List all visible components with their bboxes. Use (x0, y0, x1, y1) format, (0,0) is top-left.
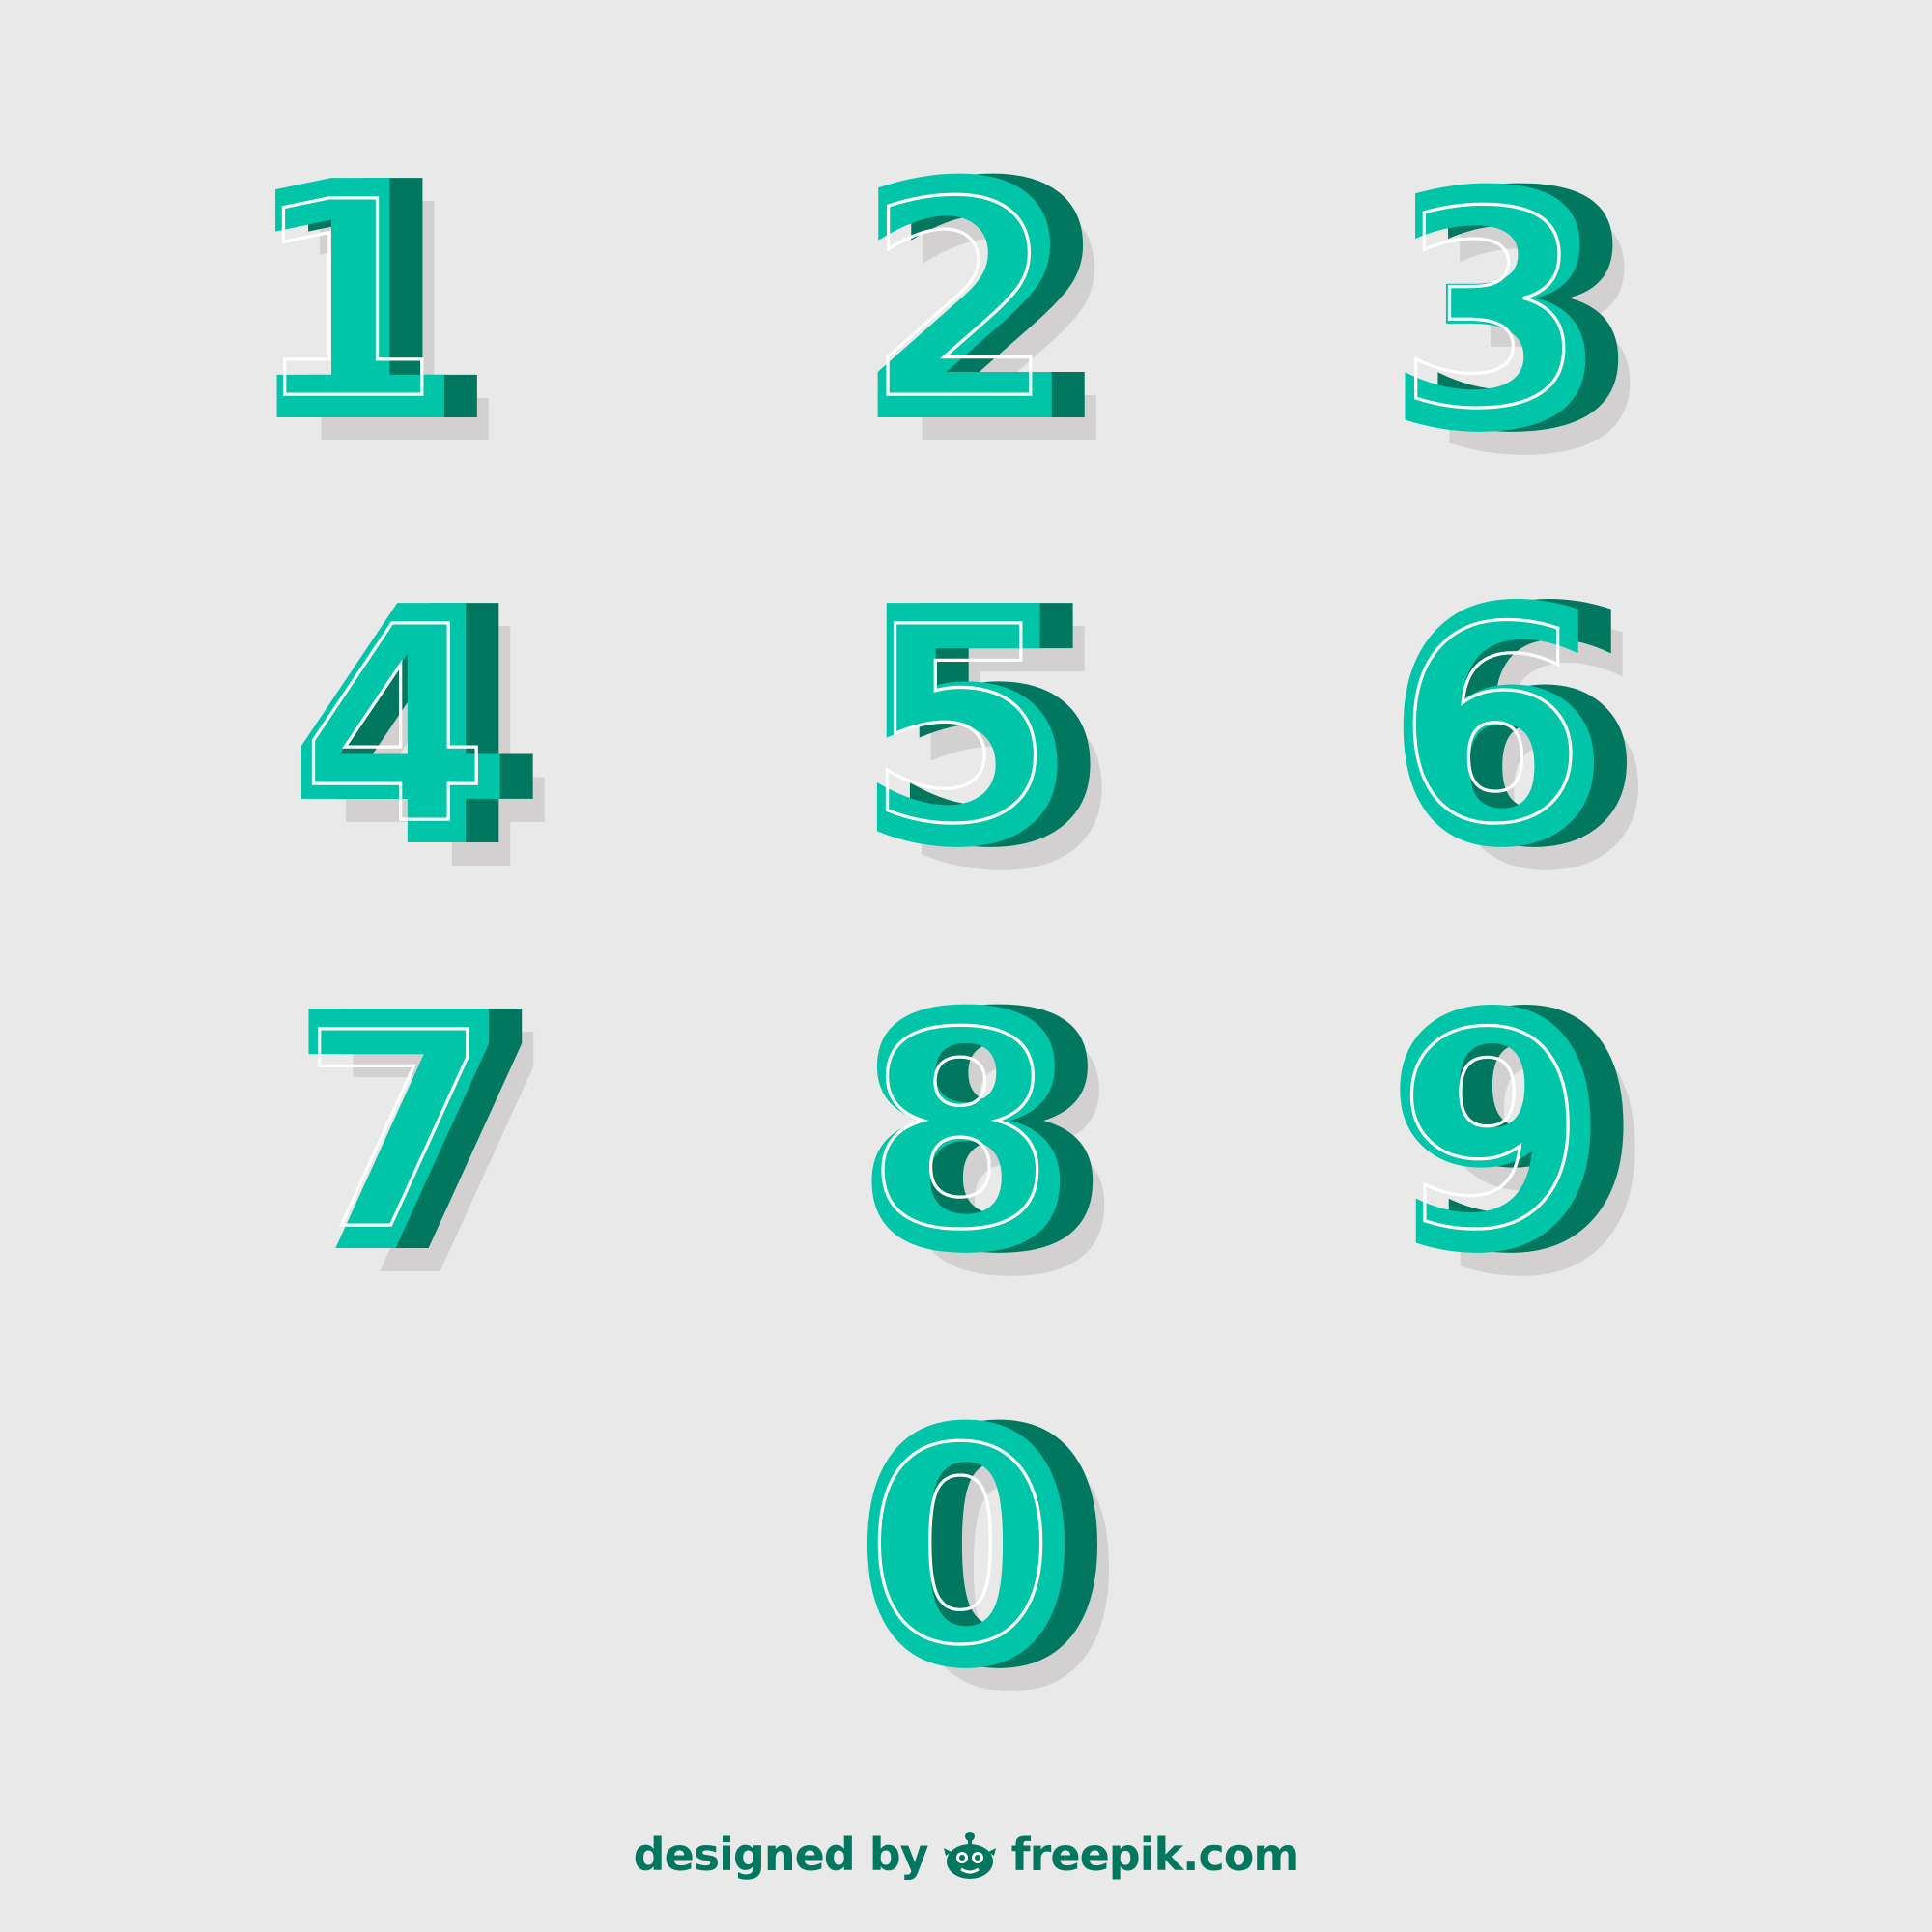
digit-6-outline: 6 (1396, 569, 1586, 884)
digit-2: 2 2 2 2 (807, 140, 1125, 492)
digit-3: 3 3 3 3 (1338, 150, 1657, 501)
digit-7-outline: 7 (299, 975, 490, 1290)
digit-8: 8 8 8 8 (807, 971, 1125, 1322)
digit-7: 7 7 7 7 (242, 971, 560, 1322)
credit-site[interactable]: freepik.com (1011, 1829, 1300, 1881)
digit-1: 1 1 1 1 (193, 140, 512, 492)
digit-0-outline: 0 (865, 1390, 1055, 1705)
digit-4-outline: 4 (299, 569, 490, 884)
digit-9-outline: 9 (1396, 975, 1586, 1290)
credit-line: designed by freepik.com (0, 1816, 1932, 1893)
credit-prefix: designed by (633, 1829, 929, 1881)
digit-0: 0 0 0 0 (807, 1386, 1125, 1738)
digit-2-outline: 2 (865, 144, 1055, 459)
digit-1-outline: 1 (251, 144, 441, 459)
freepik-logo-icon (940, 1825, 1000, 1885)
digit-4: 4 4 4 4 (242, 565, 560, 917)
digit-5-outline: 5 (865, 569, 1055, 884)
digit-6: 6 6 6 6 (1338, 565, 1657, 917)
digit-9: 9 9 9 9 (1338, 971, 1657, 1322)
digit-3-outline: 3 (1396, 154, 1586, 469)
digit-5: 5 5 5 5 (807, 565, 1125, 917)
canvas: 1 1 1 1 2 2 2 2 3 3 3 3 4 4 4 4 5 5 5 5 … (0, 0, 1932, 1932)
digit-8-outline: 8 (865, 975, 1055, 1290)
